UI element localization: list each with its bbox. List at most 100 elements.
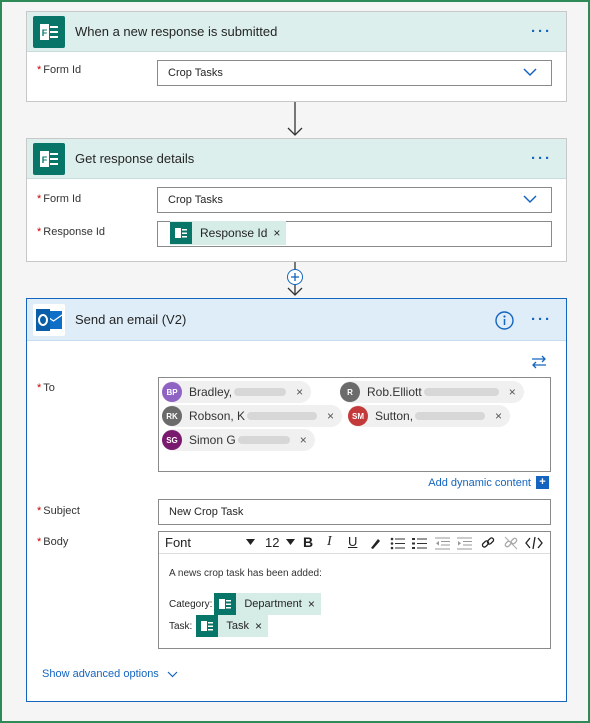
- body-text: A news crop task has been added:: [169, 568, 322, 579]
- avatar: SG: [162, 430, 182, 450]
- body-label: * Body: [37, 536, 69, 548]
- recipient-name: Bradley,: [189, 385, 233, 399]
- recipient-name: Rob.Elliott: [367, 385, 422, 399]
- decrease-indent-icon[interactable]: [435, 537, 450, 550]
- unlink-icon[interactable]: [504, 536, 518, 550]
- microsoft-forms-icon: F: [33, 15, 65, 48]
- remove-token-icon[interactable]: ×: [273, 226, 286, 240]
- form-id-value: Crop Tasks: [168, 194, 223, 206]
- font-size-value: 12: [265, 535, 280, 550]
- form-id-dropdown[interactable]: Crop Tasks: [157, 187, 552, 213]
- microsoft-forms-icon: [214, 593, 237, 615]
- switch-mode-icon[interactable]: [530, 355, 548, 369]
- code-view-icon[interactable]: [525, 536, 543, 550]
- subject-value: New Crop Task: [169, 506, 244, 518]
- recipient-chip[interactable]: BP Bradley, ×: [162, 381, 312, 403]
- recipient-chip[interactable]: R Rob.Elliott ×: [340, 381, 524, 403]
- svg-text:F: F: [42, 28, 48, 38]
- trigger-title: When a new response is submitted: [75, 24, 278, 39]
- form-id-label: * Form Id: [37, 193, 82, 205]
- rich-text-toolbar: Font 12 B I U: [159, 532, 550, 554]
- department-token[interactable]: Department ×: [214, 593, 321, 615]
- get-response-card: F Get response details ··· * Form Id Crop…: [26, 138, 567, 262]
- chevron-down-icon: [523, 68, 537, 77]
- highlight-icon[interactable]: [369, 537, 382, 550]
- category-line: Category: Department ×: [169, 593, 321, 615]
- to-label: * To: [37, 382, 55, 394]
- subject-input[interactable]: New Crop Task: [158, 499, 551, 525]
- form-id-dropdown[interactable]: Crop Tasks: [157, 60, 552, 86]
- avatar: SM: [348, 406, 368, 426]
- subject-label: * Subject: [37, 505, 80, 517]
- font-size-select[interactable]: 12: [265, 535, 295, 550]
- microsoft-forms-icon: [196, 615, 219, 637]
- avatar: RK: [162, 406, 182, 426]
- remove-recipient-icon[interactable]: ×: [495, 409, 502, 423]
- more-options-icon[interactable]: ···: [531, 23, 552, 40]
- recipient-name: Sutton,: [375, 409, 414, 423]
- department-token-label: Department: [244, 598, 302, 610]
- recipient-chip[interactable]: SG Simon G ×: [162, 429, 315, 451]
- avatar: BP: [162, 382, 182, 402]
- form-id-value: Crop Tasks: [168, 67, 223, 79]
- svg-text:F: F: [42, 155, 48, 165]
- body-editor[interactable]: Font 12 B I U A news crop task has been …: [158, 531, 551, 649]
- bullet-list-icon[interactable]: [390, 537, 405, 550]
- link-icon[interactable]: [481, 536, 495, 550]
- add-dynamic-content-label: Add dynamic content: [428, 476, 531, 489]
- task-line: Task: Task ×: [169, 615, 268, 637]
- send-email-header[interactable]: Send an email (V2) ···: [27, 299, 566, 341]
- chevron-down-icon: [167, 671, 178, 677]
- remove-token-icon[interactable]: ×: [308, 597, 321, 611]
- more-options-icon[interactable]: ···: [531, 311, 552, 328]
- send-email-title: Send an email (V2): [75, 312, 187, 327]
- microsoft-forms-icon: F: [33, 142, 65, 175]
- trigger-card: F When a new response is submitted ··· *…: [26, 11, 567, 102]
- response-id-label: * Response Id: [37, 226, 106, 238]
- bold-button[interactable]: B: [303, 534, 313, 550]
- chevron-down-icon: [523, 195, 537, 204]
- info-icon[interactable]: [495, 311, 514, 330]
- recipient-chip[interactable]: RK Robson, K ×: [162, 405, 343, 427]
- underline-button[interactable]: U: [348, 534, 357, 549]
- caret-down-icon: [286, 539, 295, 545]
- task-token-label: Task: [226, 620, 249, 632]
- get-response-title: Get response details: [75, 151, 195, 166]
- trigger-card-header[interactable]: F When a new response is submitted ···: [27, 12, 566, 52]
- to-input[interactable]: BP Bradley, × R Rob.Elliott × RK Robson,…: [158, 377, 551, 472]
- font-select-value: Font: [165, 535, 192, 550]
- response-id-token-label: Response Id: [200, 226, 268, 240]
- send-email-card: Send an email (V2) ··· * To BP Bradley, ×…: [26, 298, 567, 702]
- italic-button[interactable]: I: [327, 534, 332, 550]
- category-label: Category:: [169, 598, 213, 610]
- remove-recipient-icon[interactable]: ×: [327, 409, 334, 423]
- flow-arrow-icon: [287, 102, 303, 136]
- insert-step-button[interactable]: [287, 269, 303, 285]
- task-token[interactable]: Task ×: [196, 615, 268, 637]
- show-advanced-options[interactable]: Show advanced options: [42, 668, 178, 680]
- recipient-name: Robson, K: [189, 409, 246, 423]
- remove-token-icon[interactable]: ×: [255, 619, 268, 633]
- numbered-list-icon[interactable]: [412, 537, 427, 550]
- task-label: Task:: [169, 620, 193, 632]
- remove-recipient-icon[interactable]: ×: [509, 385, 516, 399]
- increase-indent-icon[interactable]: [457, 537, 472, 550]
- add-dynamic-content-link[interactable]: Add dynamic content +: [428, 476, 549, 489]
- remove-recipient-icon[interactable]: ×: [300, 433, 307, 447]
- remove-recipient-icon[interactable]: ×: [296, 385, 303, 399]
- recipient-name: Simon G: [189, 433, 236, 447]
- show-advanced-label: Show advanced options: [42, 668, 159, 680]
- form-id-label: * Form Id: [37, 64, 82, 76]
- more-options-icon[interactable]: ···: [531, 150, 552, 167]
- microsoft-forms-icon: [170, 222, 192, 244]
- get-response-header[interactable]: F Get response details ···: [27, 139, 566, 179]
- recipient-chip[interactable]: SM Sutton, ×: [348, 405, 511, 427]
- avatar: R: [340, 382, 360, 402]
- font-select[interactable]: Font: [165, 535, 255, 550]
- plus-icon: [291, 273, 299, 281]
- add-icon: +: [536, 476, 549, 489]
- response-id-input[interactable]: Response Id ×: [157, 221, 552, 247]
- outlook-icon: [33, 303, 65, 336]
- response-id-token[interactable]: Response Id ×: [170, 221, 287, 245]
- caret-down-icon: [246, 539, 255, 545]
